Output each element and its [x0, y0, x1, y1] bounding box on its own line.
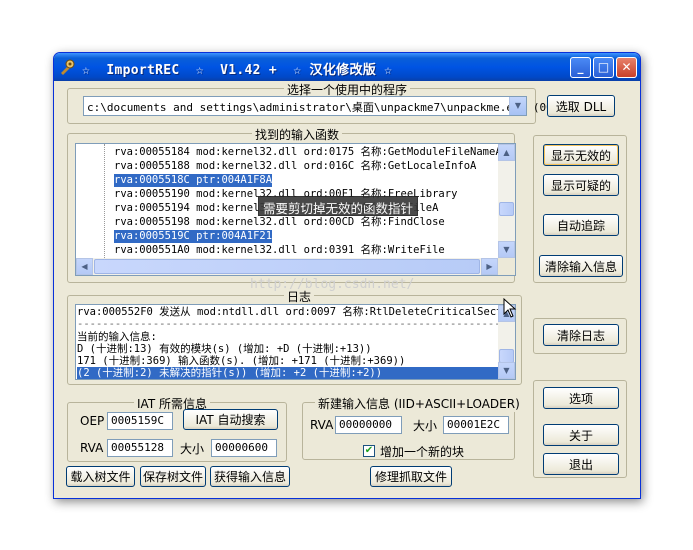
log-line: ----------------------------------------…: [77, 318, 516, 330]
window-title: ☆ ImportREC ☆ V1.42 + ☆ 汉化修改版 ☆: [82, 63, 393, 78]
fix-dump-button[interactable]: 修理抓取文件: [370, 466, 452, 487]
pick-dll-button[interactable]: 选取 DLL: [547, 95, 615, 117]
exit-button[interactable]: 退出: [543, 453, 619, 475]
process-select-value: c:\documents and settings\administrator\…: [87, 101, 553, 114]
close-button[interactable]: ✕: [616, 57, 637, 78]
mouse-cursor-icon: [503, 298, 517, 318]
scroll-down-icon[interactable]: ▼: [498, 362, 515, 379]
new-import-legend: 新建输入信息 (IID+ASCII+LOADER): [315, 395, 523, 412]
iat-size-input[interactable]: 00000600: [211, 439, 277, 457]
load-tree-button[interactable]: 载入树文件: [66, 466, 135, 487]
import-row-selected[interactable]: rva:0005518C ptr:004A1F8A: [114, 174, 273, 187]
new-rva-input[interactable]: 00000000: [335, 416, 402, 434]
show-invalid-button[interactable]: 显示无效的: [543, 144, 619, 166]
scroll-thumb[interactable]: [499, 202, 514, 216]
rva-label: RVA: [80, 441, 104, 455]
scroll-thumb[interactable]: [499, 349, 514, 363]
import-row[interactable]: rva:00055188 mod:kernel32.dll ord:016C 名…: [114, 160, 476, 173]
scroll-left-icon[interactable]: ◀: [76, 258, 93, 275]
iat-rva-input[interactable]: 00055128: [107, 439, 173, 457]
oep-input[interactable]: 0005159C: [107, 412, 173, 430]
iat-autosearch-button[interactable]: IAT 自动搜索: [183, 409, 278, 430]
size-label: 大小: [180, 442, 205, 456]
import-row[interactable]: rva:000551A0 mod:kernel32.dll ord:0391 名…: [114, 244, 445, 257]
scroll-thumb[interactable]: [94, 259, 480, 274]
get-imports-button[interactable]: 获得输入信息: [210, 466, 290, 487]
options-button[interactable]: 选项: [543, 387, 619, 409]
maximize-button[interactable]: □: [593, 57, 614, 78]
add-section-label[interactable]: 增加一个新的块: [380, 443, 464, 460]
title-bar[interactable]: ☆ ImportREC ☆ V1.42 + ☆ 汉化修改版 ☆ _ □ ✕: [54, 53, 640, 81]
imports-vertical-scrollbar[interactable]: ▲ ▼: [498, 144, 515, 258]
process-select[interactable]: c:\documents and settings\administrator\…: [83, 96, 553, 116]
imports-horizontal-scrollbar[interactable]: ◀ ▶: [76, 258, 498, 275]
log-line-selected[interactable]: (2 (十进制:2) 未解决的指针(s)) (增加: +2 (十进制:+2)): [77, 367, 499, 379]
scroll-right-icon[interactable]: ▶: [481, 258, 498, 275]
clear-log-button[interactable]: 清除日志: [543, 324, 619, 346]
new-rva-label: RVA: [310, 418, 334, 432]
tree-guide-line: [104, 144, 105, 258]
oep-label: OEP: [80, 414, 105, 428]
about-button[interactable]: 关于: [543, 424, 619, 446]
show-suspect-button[interactable]: 显示可疑的: [543, 174, 619, 196]
watermark: http://blog.csdn.net/: [250, 277, 415, 292]
auto-trace-button[interactable]: 自动追踪: [543, 214, 619, 236]
clear-imports-button[interactable]: 清除输入信息: [539, 255, 623, 277]
scroll-up-icon[interactable]: ▲: [498, 144, 515, 161]
imports-legend: 找到的输入函数: [252, 126, 343, 143]
wrench-icon: [61, 59, 75, 75]
log-list[interactable]: rva:000552F0 发送从 mod:ntdll.dll ord:0097 …: [75, 304, 516, 380]
save-tree-button[interactable]: 保存树文件: [140, 466, 206, 487]
new-size-label: 大小: [413, 419, 438, 433]
add-section-checkbox[interactable]: ✔: [363, 445, 375, 457]
import-row[interactable]: rva:00055184 mod:kernel32.dll ord:0175 名…: [114, 146, 502, 159]
scroll-corner: [498, 258, 515, 275]
tooltip: 需要剪切掉无效的函数指针: [258, 196, 419, 216]
import-row[interactable]: rva:00055198 mod:kernel32.dll ord:00CD 名…: [114, 216, 445, 229]
new-size-input[interactable]: 00001E2C: [443, 416, 509, 434]
scroll-down-icon[interactable]: ▼: [498, 241, 515, 258]
chevron-down-icon[interactable]: ▼: [509, 97, 526, 115]
import-row-selected[interactable]: rva:0005519C ptr:004A1F21: [114, 230, 273, 243]
minimize-button[interactable]: _: [570, 57, 591, 78]
